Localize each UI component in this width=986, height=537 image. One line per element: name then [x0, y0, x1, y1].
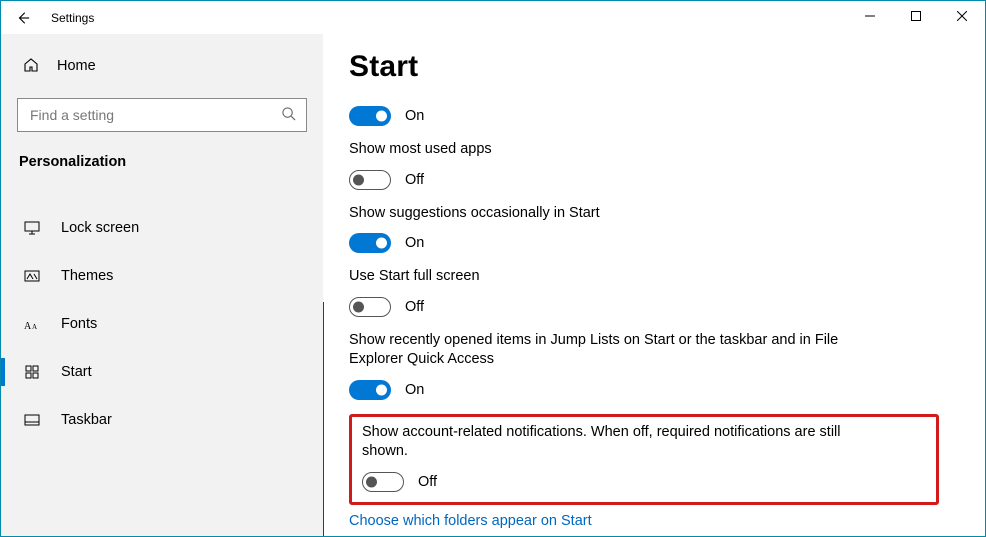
option-label: Show most used apps — [349, 140, 869, 160]
option-label: Show recently opened items in Jump Lists… — [349, 331, 869, 370]
font-icon: AA — [23, 316, 41, 332]
settings-window: Settings Home — [0, 0, 986, 537]
svg-text:A: A — [32, 323, 37, 331]
toggle-state: On — [405, 235, 424, 251]
back-button[interactable] — [1, 1, 45, 34]
pencil-icon — [23, 268, 41, 284]
sidebar-item-fonts[interactable]: AA Fonts — [1, 304, 323, 344]
toggle-show-recently-added[interactable] — [349, 106, 391, 126]
minimize-button[interactable] — [847, 1, 893, 31]
sidebar: Home Personalization Lock screen — [1, 34, 323, 536]
toggle-most-used-apps[interactable] — [349, 170, 391, 190]
taskbar-icon — [23, 412, 41, 428]
nav-label: Taskbar — [61, 412, 112, 428]
content-divider — [323, 302, 324, 536]
toggle-state: Off — [405, 299, 424, 315]
toggle-state: On — [405, 382, 424, 398]
option-label: Show suggestions occasionally in Start — [349, 204, 869, 224]
toggle-recent-jumplists[interactable] — [349, 380, 391, 400]
nav-label: Themes — [61, 268, 113, 284]
maximize-icon — [911, 11, 921, 21]
toggle-full-screen[interactable] — [349, 297, 391, 317]
minimize-icon — [865, 11, 875, 21]
nav-label: Lock screen — [61, 220, 139, 236]
toggle-account-notifications[interactable] — [362, 472, 404, 492]
sidebar-item-taskbar[interactable]: Taskbar — [1, 400, 323, 440]
search-icon — [281, 106, 296, 124]
nav-label: Start — [61, 364, 92, 380]
toggle-state: Off — [405, 172, 424, 188]
choose-folders-link[interactable]: Choose which folders appear on Start — [349, 513, 592, 529]
titlebar: Settings — [1, 1, 985, 34]
home-label: Home — [57, 58, 96, 74]
highlighted-setting: Show account-related notifications. When… — [349, 414, 939, 505]
nav-label: Fonts — [61, 316, 97, 332]
option-label: Use Start full screen — [349, 267, 869, 287]
back-arrow-icon — [16, 11, 30, 25]
nav-list: Lock screen Themes AA Fonts — [17, 208, 307, 440]
sidebar-item-lock-screen[interactable]: Lock screen — [1, 208, 323, 248]
content-area: Start On Show most used apps Off — [323, 34, 985, 536]
page-title: Start — [349, 50, 961, 84]
option-label: Show account-related notifications. When… — [362, 423, 882, 462]
close-button[interactable] — [939, 1, 985, 31]
toggle-state: On — [405, 108, 424, 124]
sidebar-item-themes[interactable]: Themes — [1, 256, 323, 296]
start-icon — [23, 364, 41, 380]
svg-text:A: A — [24, 321, 32, 332]
maximize-button[interactable] — [893, 1, 939, 31]
home-icon — [23, 57, 39, 76]
monitor-icon — [23, 220, 41, 236]
search-input[interactable] — [28, 106, 281, 124]
close-icon — [957, 11, 967, 21]
toggle-state: Off — [418, 474, 437, 490]
category-title: Personalization — [17, 154, 307, 170]
sidebar-home[interactable]: Home — [17, 46, 307, 86]
toggle-suggestions[interactable] — [349, 233, 391, 253]
sidebar-item-start[interactable]: Start — [1, 352, 323, 392]
search-box[interactable] — [17, 98, 307, 132]
window-title: Settings — [45, 11, 94, 25]
